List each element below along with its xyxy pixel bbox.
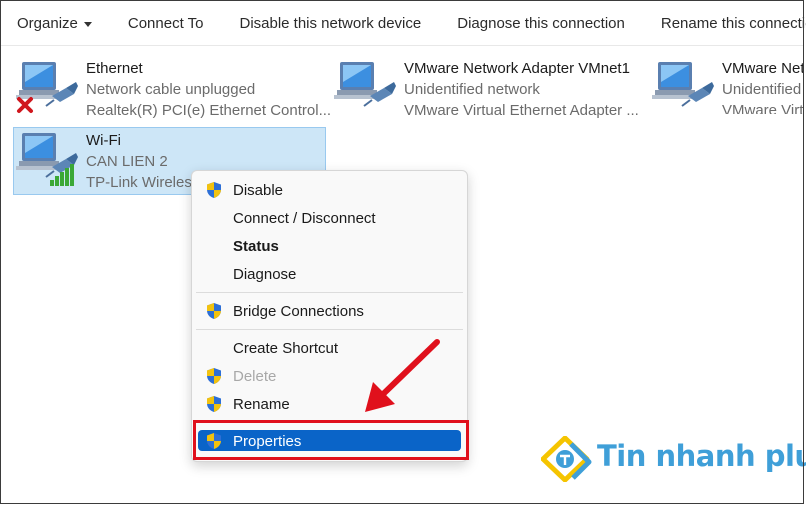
- organize-menu-button[interactable]: Organize: [1, 1, 110, 45]
- unplugged-x-icon: [17, 97, 33, 113]
- network-adapter-icon: [334, 60, 398, 112]
- diagnose-connection-button[interactable]: Diagnose this connection: [439, 1, 643, 45]
- uac-shield-icon: [205, 395, 223, 413]
- menu-item-connect-disconnect[interactable]: Connect / Disconnect: [196, 205, 463, 231]
- adapter-device: Realtek(R) PCI(e) Ethernet Control...: [86, 102, 332, 119]
- network-adapter-icon: [652, 60, 716, 112]
- connect-to-button[interactable]: Connect To: [110, 1, 222, 45]
- adapter-device: VMware Virtual Ethernet Adapter ...: [404, 102, 639, 119]
- menu-item-label: Create Shortcut: [233, 340, 339, 357]
- menu-item-status[interactable]: Status: [196, 233, 463, 259]
- menu-item-disable[interactable]: Disable: [196, 177, 463, 203]
- adapter-ethernet[interactable]: Ethernet Network cable unplugged Realtek…: [14, 56, 331, 119]
- menu-item-label: Delete: [233, 368, 277, 385]
- adapter-status: Unidentified network: [722, 81, 804, 98]
- menu-item-bridge-connections[interactable]: Bridge Connections: [196, 298, 463, 324]
- context-menu: Disable Connect / Disconnect Status Diag…: [191, 170, 468, 462]
- uac-shield-icon: [205, 302, 223, 320]
- menu-separator: [196, 292, 463, 293]
- menu-item-diagnose[interactable]: Diagnose: [196, 261, 463, 287]
- menu-item-label: Disable: [233, 182, 284, 199]
- brand-logo: Tin nhanh plus: [541, 436, 806, 482]
- uac-shield-icon: [205, 181, 223, 199]
- adapter-status: Network cable unplugged: [86, 81, 256, 98]
- disable-device-button[interactable]: Disable this network device: [221, 1, 439, 45]
- rename-connection-button[interactable]: Rename this connection: [643, 1, 806, 45]
- menu-item-label: Diagnose: [233, 266, 297, 283]
- adapter-status: Unidentified network: [404, 81, 540, 98]
- menu-item-label: Status: [233, 238, 279, 255]
- menu-separator: [196, 329, 463, 330]
- menu-item-label: Rename: [233, 396, 290, 413]
- adapter-name: VMware Network Adapter VMnet8: [722, 60, 804, 77]
- logo-mark-icon: [541, 436, 592, 482]
- menu-item-label: Bridge Connections: [233, 303, 364, 320]
- adapter-vmnet1[interactable]: VMware Network Adapter VMnet1 Unidentifi…: [332, 56, 644, 119]
- command-toolbar: Organize Connect To Disable this network…: [1, 1, 806, 46]
- adapter-name: Ethernet: [86, 60, 143, 77]
- wifi-signal-icon: [50, 164, 74, 186]
- menu-item-label: Connect / Disconnect: [233, 210, 376, 227]
- chevron-down-icon: [83, 21, 92, 27]
- adapter-vmnet8[interactable]: VMware Network Adapter VMnet8 Unidentifi…: [650, 56, 804, 114]
- adapter-name: VMware Network Adapter VMnet1: [404, 60, 630, 77]
- annotation-arrow-icon: [365, 339, 440, 412]
- adapter-name: Wi-Fi: [86, 132, 121, 149]
- uac-shield-icon: [205, 367, 223, 385]
- annotation-highlight-box: [193, 420, 469, 460]
- adapter-device: VMware Virtual Ethernet Adapter ...: [722, 102, 804, 114]
- logo-text: Tin nhanh plus: [597, 439, 806, 473]
- adapter-status: CAN LIEN 2: [86, 153, 168, 170]
- organize-label: Organize: [17, 14, 78, 32]
